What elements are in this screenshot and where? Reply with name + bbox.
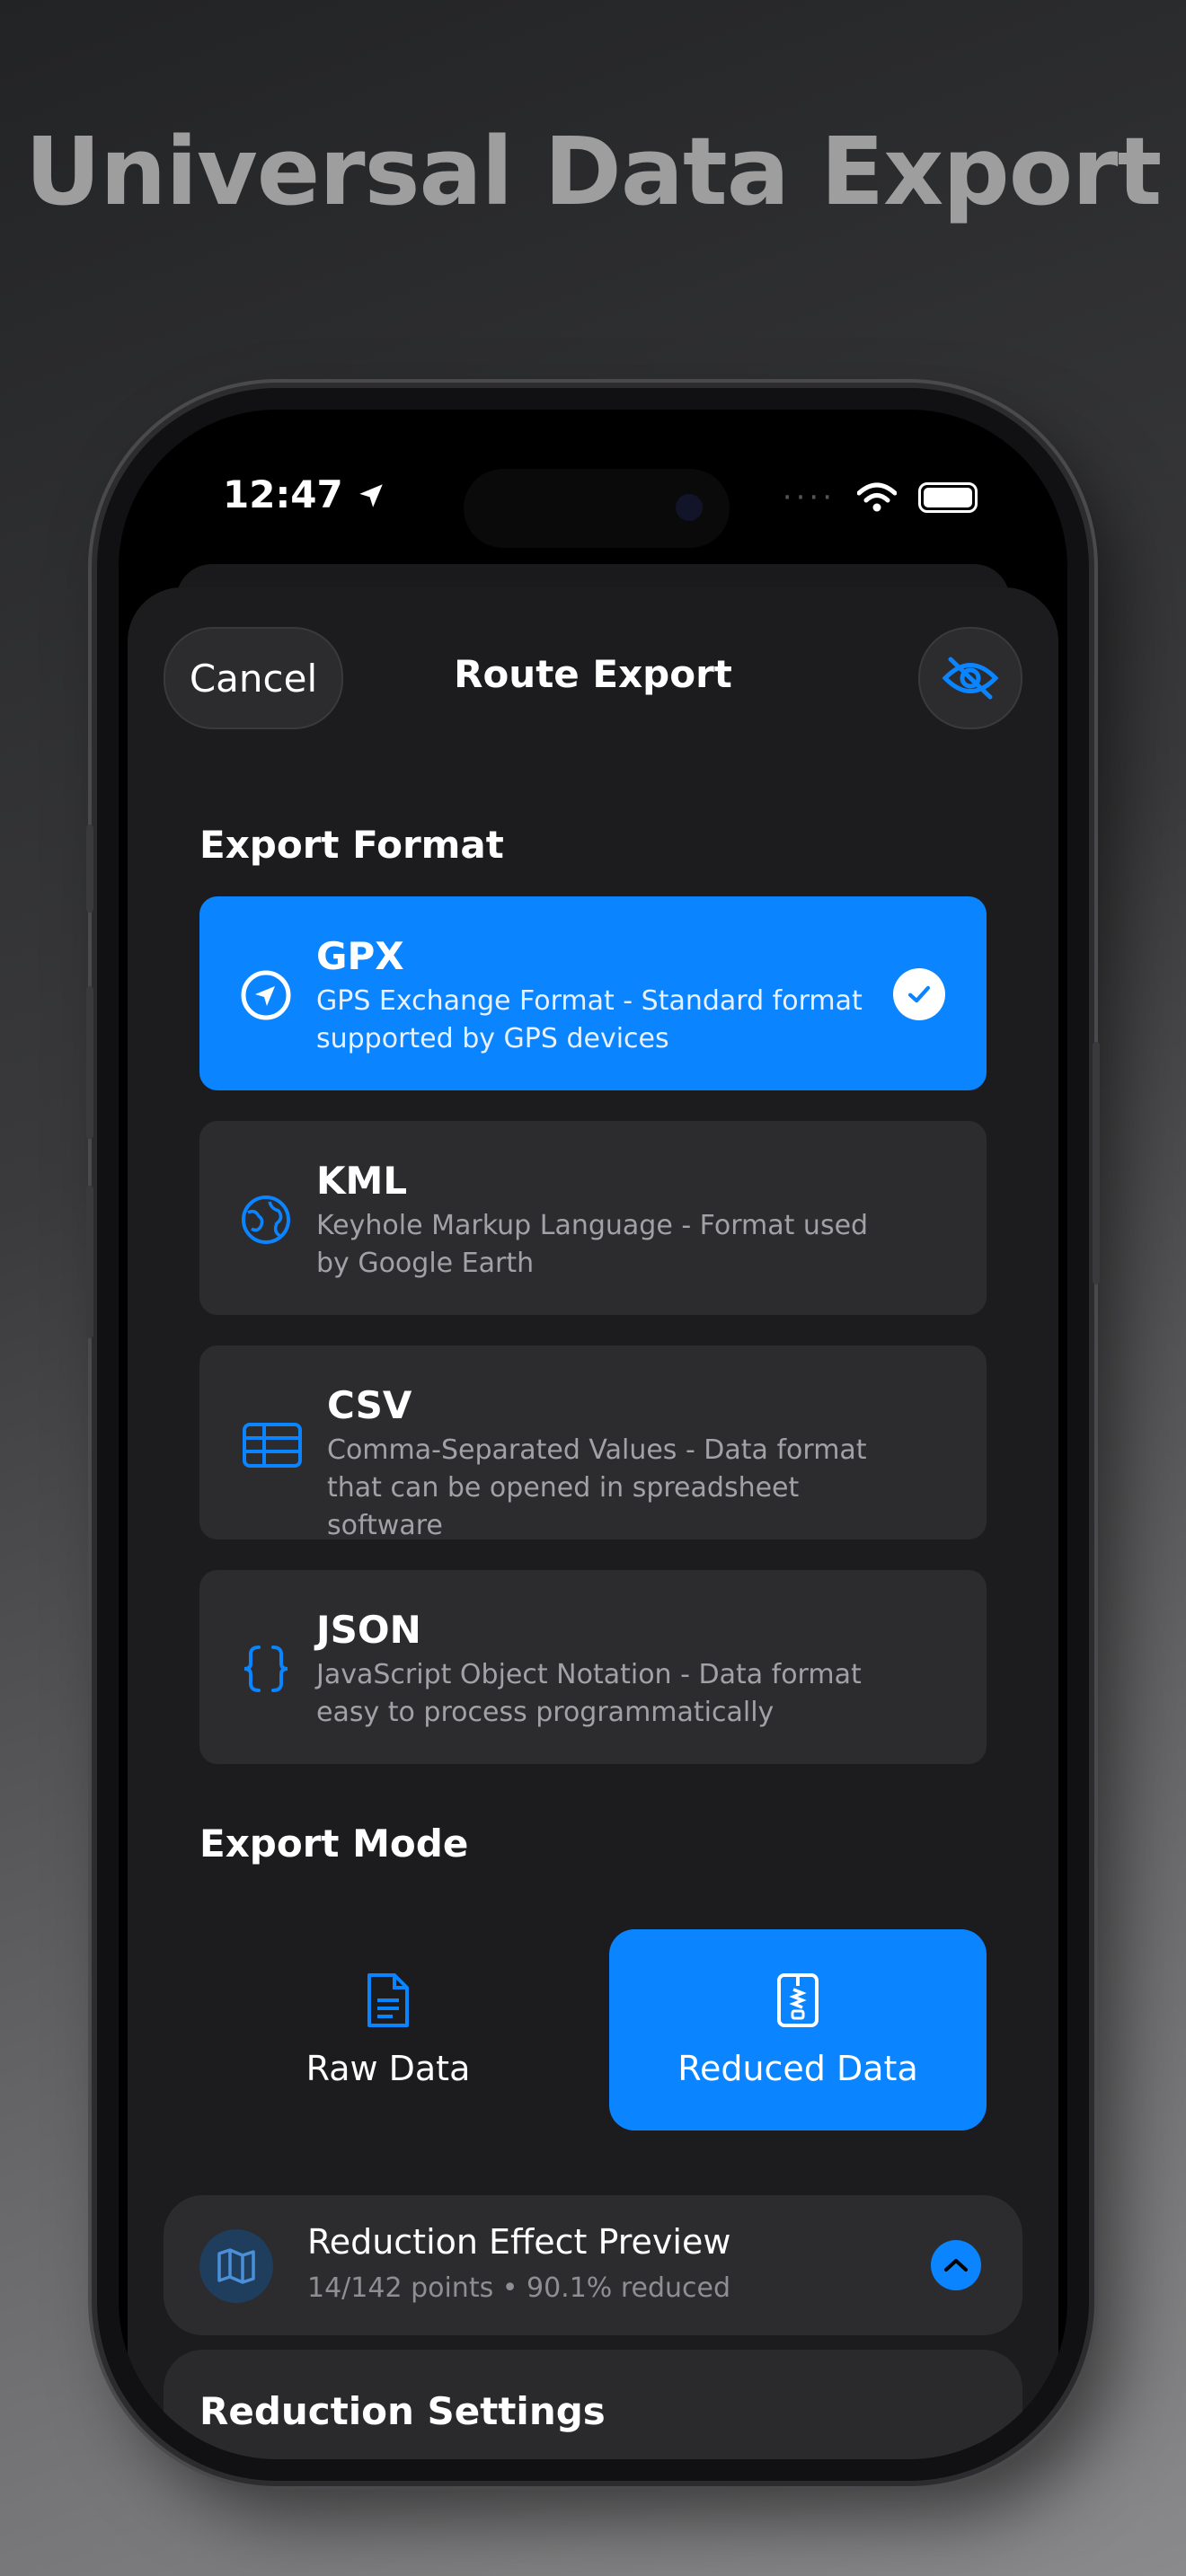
format-option-json[interactable]: JSON JavaScript Object Notation - Data f…: [199, 1570, 987, 1764]
format-description: Comma-Separated Values - Data format tha…: [327, 1434, 867, 1541]
globe-icon: [242, 1195, 290, 1244]
location-arrow-icon: [359, 484, 384, 507]
map-icon: [199, 2229, 273, 2303]
action-button: [86, 825, 93, 913]
front-camera: [676, 494, 703, 521]
settings-title: Reduction Settings: [199, 2389, 606, 2433]
eye-slash-icon: [942, 657, 999, 700]
navigation-icon: [241, 970, 291, 1020]
document-icon: [367, 1973, 409, 2027]
volume-up-button: [86, 986, 93, 1139]
braces-icon: [243, 1645, 288, 1692]
headline: Universal Data Export: [24, 117, 1162, 226]
visibility-toggle-button[interactable]: [918, 627, 1022, 729]
checkmark-icon: [893, 968, 945, 1020]
battery-icon: [918, 482, 978, 513]
power-button: [1093, 1042, 1100, 1284]
reduction-settings-panel: Reduction Settings: [164, 2350, 1022, 2459]
export-sheet: Cancel Route Export Export Format GPX GP…: [128, 587, 1058, 2459]
export-format-label: Export Format: [199, 823, 504, 867]
format-description: Keyhole Markup Language - Format used by…: [316, 1210, 869, 1279]
mode-raw-label: Raw Data: [305, 2049, 471, 2088]
format-description: JavaScript Object Notation - Data format…: [316, 1659, 862, 1728]
chevron-up-icon[interactable]: [931, 2240, 981, 2290]
table-icon: [243, 1423, 302, 1468]
format-option-kml[interactable]: KML Keyhole Markup Language - Format use…: [199, 1121, 987, 1315]
mode-raw-data-button[interactable]: Raw Data: [199, 1929, 577, 2130]
mode-reduced-data-button[interactable]: Reduced Data: [609, 1929, 987, 2130]
wifi-icon: [857, 482, 897, 512]
status-icons: ····: [783, 480, 978, 516]
status-time: 12:47: [223, 472, 386, 516]
format-option-csv[interactable]: CSV Comma-Separated Values - Data format…: [199, 1345, 987, 1541]
format-option-gpx[interactable]: GPX GPS Exchange Format - Standard forma…: [199, 896, 987, 1090]
volume-down-button: [86, 1186, 93, 1338]
zip-document-icon: [777, 1973, 819, 2027]
reduction-preview-panel[interactable]: Reduction Effect Preview 14/142 points •…: [164, 2195, 1022, 2335]
format-name: CSV: [327, 1383, 412, 1427]
preview-title: Reduction Effect Preview: [307, 2222, 731, 2262]
screen: 12:47 ···· Cancel Route Export Export Fo…: [119, 410, 1067, 2459]
format-name: JSON: [316, 1608, 421, 1652]
format-description: GPS Exchange Format - Standard format su…: [316, 985, 863, 1054]
preview-subtitle: 14/142 points • 90.1% reduced: [307, 2272, 731, 2304]
signal-icon: ····: [782, 480, 836, 516]
export-mode-label: Export Mode: [199, 1822, 469, 1866]
format-name: KML: [316, 1159, 408, 1203]
mode-reduced-label: Reduced Data: [677, 2049, 918, 2088]
format-name: GPX: [316, 934, 404, 978]
